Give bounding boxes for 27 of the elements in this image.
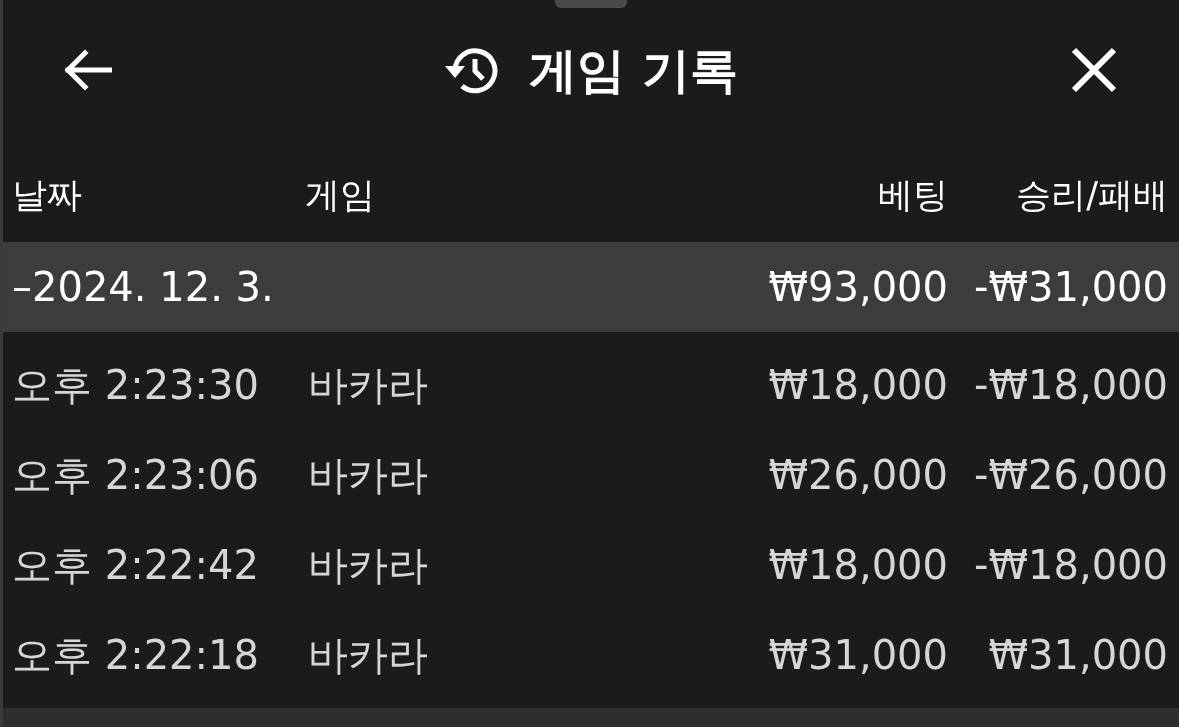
column-header: 게임 (305, 173, 376, 217)
bet-cell-text: ₩26,000 (767, 452, 948, 498)
group-bet-total: ₩93,000 (767, 264, 948, 310)
drag-handle[interactable] (555, 0, 627, 8)
result-cell-text: -₩18,000 (973, 542, 1168, 588)
window-title: 게임 기록 (529, 46, 738, 94)
bet-cell-text: ₩31,000 (767, 632, 948, 678)
group-date: –2024. 12. 3. (12, 264, 275, 310)
game-cell-text: 바카라 (307, 450, 429, 500)
time-cell-text: 오후 2:23:30 (12, 360, 260, 410)
result-cell-text: ₩31,000 (987, 632, 1168, 678)
result-cell-text: -₩18,000 (973, 362, 1168, 408)
time-cell-text: 오후 2:22:42 (12, 540, 260, 590)
close-button[interactable] (1069, 45, 1119, 95)
column-header: 날짜 (12, 173, 83, 217)
time-cell-text: 오후 2:23:06 (12, 450, 260, 500)
column-header: 베팅 (877, 173, 948, 217)
time-cell-text: 오후 2:22:18 (12, 630, 260, 680)
close-icon (1069, 45, 1119, 95)
group-result-total: -₩31,000 (973, 264, 1168, 310)
bet-cell-text: ₩18,000 (767, 542, 948, 588)
game-cell-text: 바카라 (307, 540, 429, 590)
bet-cell-text: ₩18,000 (767, 362, 948, 408)
result-cell-text: -₩26,000 (973, 452, 1168, 498)
column-header: 승리/패배 (1015, 173, 1168, 217)
game-cell-text: 바카라 (307, 630, 429, 680)
game-cell-text: 바카라 (307, 360, 429, 410)
